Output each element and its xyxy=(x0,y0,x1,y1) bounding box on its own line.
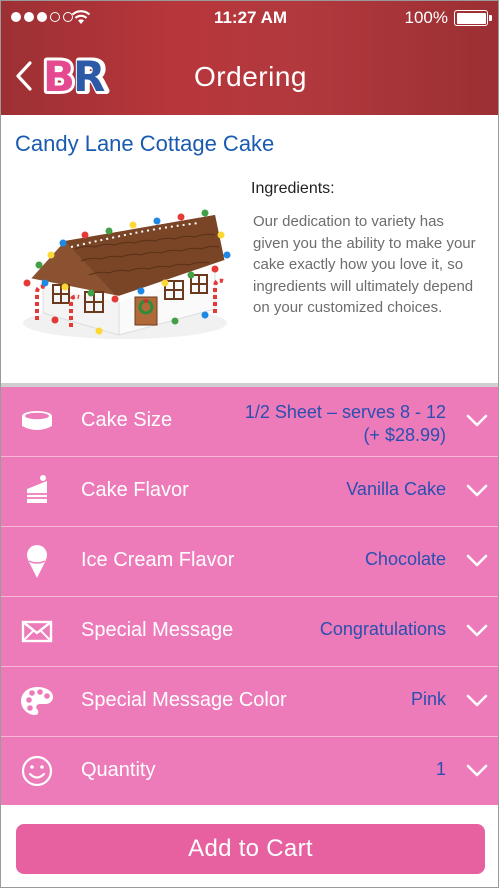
chevron-down-icon xyxy=(466,414,488,427)
option-label: Cake Flavor xyxy=(81,479,189,501)
option-label: Ice Cream Flavor xyxy=(81,549,235,571)
product-title: Candy Lane Cottage Cake xyxy=(15,131,275,156)
palette-icon xyxy=(21,687,53,715)
option-value: Chocolate xyxy=(364,549,446,569)
option-cake-size[interactable]: Cake Size 1/2 Sheet – serves 8 - 12 (+ $… xyxy=(1,387,498,457)
chevron-down-icon xyxy=(466,554,488,567)
option-label: Special Message Color xyxy=(81,689,287,711)
chevron-down-icon xyxy=(466,624,488,637)
option-special-message-color[interactable]: Special Message Color Pink xyxy=(1,667,498,737)
ice-cream-cone-icon xyxy=(27,545,47,578)
add-to-cart-button[interactable]: Add to Cart xyxy=(16,824,485,874)
chevron-down-icon xyxy=(466,764,488,777)
option-label: Special Message xyxy=(81,619,234,641)
smiley-icon xyxy=(21,755,53,787)
page-title: Ordering xyxy=(194,61,307,92)
status-bar: 11:27 AM 100% xyxy=(1,1,498,35)
option-value: Vanilla Cake xyxy=(346,479,446,499)
option-value: Congratulations xyxy=(319,619,446,639)
option-ice-cream-flavor[interactable]: Ice Cream Flavor Chocolate xyxy=(1,527,498,597)
option-quantity[interactable]: Quantity 1 xyxy=(1,737,498,807)
option-value: 1 xyxy=(435,759,446,779)
option-label: Quantity xyxy=(81,759,156,781)
battery-percent: 100% xyxy=(404,8,448,27)
cake-slice-icon xyxy=(27,475,47,503)
order-options-list: Cake Size 1/2 Sheet – serves 8 - 12 (+ $… xyxy=(1,383,498,807)
chevron-down-icon xyxy=(466,484,488,497)
battery-icon xyxy=(454,10,488,26)
product-panel: Candy Lane Cottage Cake Ingredients: Our… xyxy=(1,115,498,383)
app-screen: 11:27 AM 100% BR B R Ordering Candy Lane… xyxy=(0,0,499,888)
option-special-message[interactable]: Special Message Congratulations xyxy=(1,597,498,667)
chevron-down-icon xyxy=(466,694,488,707)
bottom-bar: Add to Cart xyxy=(1,805,498,887)
option-value: 1/2 Sheet – serves 8 - 12 (+ $28.99) xyxy=(244,402,446,445)
nav-header: 11:27 AM 100% BR B R Ordering xyxy=(1,1,498,115)
cake-image xyxy=(23,209,231,339)
ingredients-text: Our dedication to variety has given you … xyxy=(253,213,476,316)
ingredients-label: Ingredients: xyxy=(251,180,335,197)
option-label: Cake Size xyxy=(81,409,173,431)
option-cake-flavor[interactable]: Cake Flavor Vanilla Cake xyxy=(1,457,498,527)
cake-pan-icon xyxy=(22,411,52,430)
envelope-icon xyxy=(21,620,53,643)
option-value: Pink xyxy=(410,689,446,709)
